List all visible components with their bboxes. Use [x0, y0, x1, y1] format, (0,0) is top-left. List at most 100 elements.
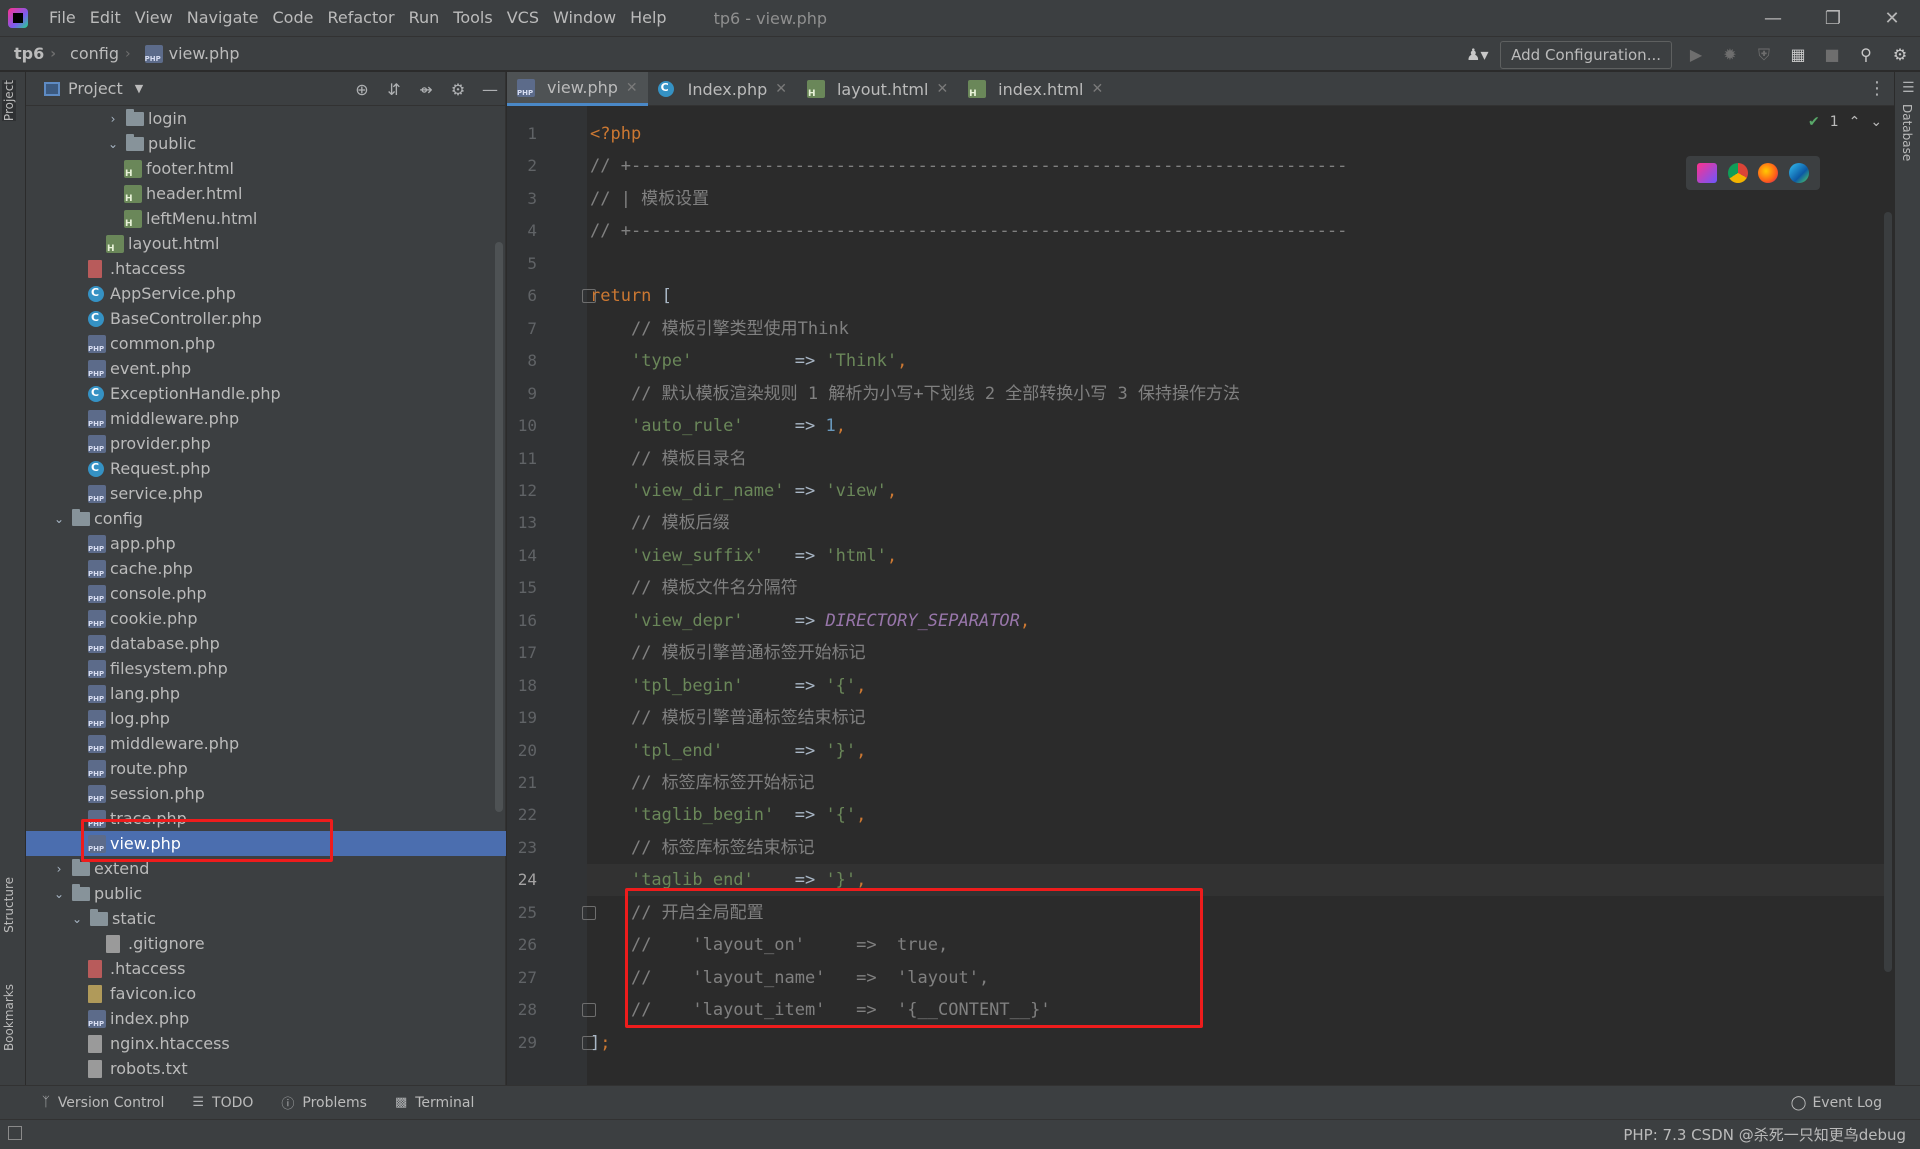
code-line[interactable]: // 'layout_item' => '{__CONTENT__}' [587, 994, 1887, 1026]
tree-file[interactable]: .htaccess [26, 256, 506, 281]
code-line[interactable]: 'tpl_begin' => '{', [587, 670, 1887, 702]
user-dropdown-icon[interactable]: ♟▾ [1466, 45, 1488, 64]
project-panel-title[interactable]: Project [68, 79, 123, 98]
close-tab-icon[interactable]: ✕ [1091, 81, 1103, 97]
tree-file[interactable]: middleware.php [26, 406, 506, 431]
tree-file[interactable]: view.php [26, 831, 506, 856]
tree-file[interactable]: session.php [26, 781, 506, 806]
tree-file[interactable]: service.php [26, 481, 506, 506]
code-line[interactable]: // +------------------------------------… [587, 215, 1887, 247]
chevron-down-icon[interactable]: ▼ [135, 82, 143, 95]
tree-file[interactable]: console.php [26, 581, 506, 606]
tree-file[interactable]: header.html [26, 181, 506, 206]
tree-folder[interactable]: ⌄ static [26, 906, 506, 931]
settings-gear-icon[interactable]: ⚙ [1890, 45, 1910, 64]
locate-file-icon[interactable]: ⊕ [353, 80, 371, 99]
database-tool-tab[interactable]: Database [1900, 104, 1914, 161]
code-line[interactable]: 'auto_rule' => 1, [587, 410, 1887, 442]
hide-panel-icon[interactable]: — [481, 80, 499, 99]
tree-file[interactable]: Request.php [26, 456, 506, 481]
tree-file[interactable]: leftMenu.html [26, 206, 506, 231]
code-line[interactable]: // 开启全局配置 [587, 897, 1887, 929]
tree-folder[interactable]: › extend [26, 856, 506, 881]
settings-gear-icon[interactable]: ⚙ [449, 80, 467, 99]
run-icon[interactable]: ▶ [1686, 45, 1706, 64]
tree-file[interactable]: filesystem.php [26, 656, 506, 681]
code-line[interactable]: // 标签库标签结束标记 [587, 832, 1887, 864]
tree-file[interactable]: trace.php [26, 806, 506, 831]
chevron-down-icon[interactable]: ⌄ [52, 887, 66, 901]
tab-view-php[interactable]: view.php ✕ [507, 72, 648, 106]
chrome-icon[interactable] [1727, 163, 1748, 183]
tree-scrollbar[interactable] [495, 242, 503, 812]
tree-file[interactable]: .gitignore [26, 931, 506, 956]
tree-file[interactable]: index.php [26, 1006, 506, 1031]
menu-code[interactable]: Code [266, 0, 321, 36]
menu-run[interactable]: Run [402, 0, 447, 36]
code-line[interactable] [587, 248, 1887, 280]
terminal-button[interactable]: ▩ Terminal [395, 1095, 474, 1111]
menu-tools[interactable]: Tools [446, 0, 499, 36]
project-tool-tab[interactable]: Project [2, 80, 16, 122]
chevron-right-icon[interactable]: › [52, 862, 66, 876]
close-icon[interactable]: ✕ [1864, 0, 1920, 36]
event-log-button[interactable]: ◯ Event Log [1791, 1086, 1882, 1120]
menu-edit[interactable]: Edit [83, 0, 128, 36]
tree-file[interactable]: event.php [26, 356, 506, 381]
tree-file[interactable]: cache.php [26, 556, 506, 581]
code-line[interactable]: // 'layout_name' => 'layout', [587, 962, 1887, 994]
menu-file[interactable]: File [42, 0, 83, 36]
code-line[interactable]: // 模板后缀 [587, 507, 1887, 539]
tree-file[interactable]: middleware.php [26, 731, 506, 756]
chevron-down-icon[interactable]: ⌄ [106, 137, 120, 151]
tree-file[interactable]: database.php [26, 631, 506, 656]
menu-navigate[interactable]: Navigate [180, 0, 266, 36]
tree-folder[interactable]: ⌄ config [26, 506, 506, 531]
inspection-widget[interactable]: ✔ 1 ⌃ ⌄ [1808, 114, 1882, 130]
profiler-icon[interactable]: ▦ [1788, 45, 1808, 64]
menu-icon[interactable]: ☰ [1902, 80, 1915, 96]
structure-tool-tab[interactable]: Structure [2, 877, 16, 933]
breadcrumb-folder[interactable]: config › [56, 44, 131, 63]
code-line[interactable]: 'type' => 'Think', [587, 345, 1887, 377]
tree-folder[interactable]: › login [26, 106, 506, 131]
menu-view[interactable]: View [128, 0, 180, 36]
coverage-icon[interactable]: ⛨ [1754, 45, 1774, 65]
code-line[interactable]: // 模板文件名分隔符 [587, 572, 1887, 604]
code-area[interactable]: <?php // +-------------------------------… [587, 106, 1887, 1085]
tree-file[interactable]: robots.txt [26, 1056, 506, 1081]
chevron-up-icon[interactable]: ⌃ [1849, 114, 1861, 130]
tree-file[interactable]: route.php [26, 756, 506, 781]
collapse-all-icon[interactable]: ⇴ [417, 80, 435, 99]
menu-refactor[interactable]: Refactor [320, 0, 401, 36]
tree-file[interactable]: common.php [26, 331, 506, 356]
chevron-down-icon[interactable]: ⌄ [1870, 114, 1882, 130]
tab-index-html[interactable]: index.html ✕ [958, 72, 1113, 106]
tree-folder[interactable]: ⌄ public [26, 881, 506, 906]
code-line[interactable]: // 模板引擎普通标签开始标记 [587, 637, 1887, 669]
phpstorm-browser-icon[interactable] [1697, 163, 1718, 183]
code-line[interactable]: ]; [587, 1027, 1887, 1059]
add-configuration-button[interactable]: Add Configuration... [1500, 40, 1672, 69]
chevron-down-icon[interactable]: ⌄ [52, 512, 66, 526]
edge-icon[interactable] [1788, 163, 1809, 183]
restore-icon[interactable]: ❐ [1805, 0, 1861, 36]
tree-file[interactable]: .htaccess [26, 956, 506, 981]
tree-file[interactable]: app.php [26, 531, 506, 556]
chevron-right-icon[interactable]: › [106, 112, 120, 126]
tree-file[interactable]: favicon.ico [26, 981, 506, 1006]
code-line[interactable]: // 'layout_on' => true, [587, 929, 1887, 961]
tree-file[interactable]: footer.html [26, 156, 506, 181]
menu-vcs[interactable]: VCS [500, 0, 546, 36]
breadcrumb-file[interactable]: view.php [131, 44, 240, 63]
menu-help[interactable]: Help [623, 0, 673, 36]
code-line[interactable]: 'view_suffix' => 'html', [587, 540, 1887, 572]
debug-icon[interactable]: ✹ [1720, 45, 1740, 64]
tab-layout-html[interactable]: layout.html ✕ [797, 72, 958, 106]
close-tab-icon[interactable]: ✕ [936, 81, 948, 97]
version-control-button[interactable]: ᛉ Version Control [42, 1095, 164, 1111]
code-line[interactable]: // 模板引擎类型使用Think [587, 313, 1887, 345]
tree-file[interactable]: cookie.php [26, 606, 506, 631]
close-tab-icon[interactable]: ✕ [775, 81, 787, 97]
code-line[interactable]: return [ [587, 280, 1887, 312]
